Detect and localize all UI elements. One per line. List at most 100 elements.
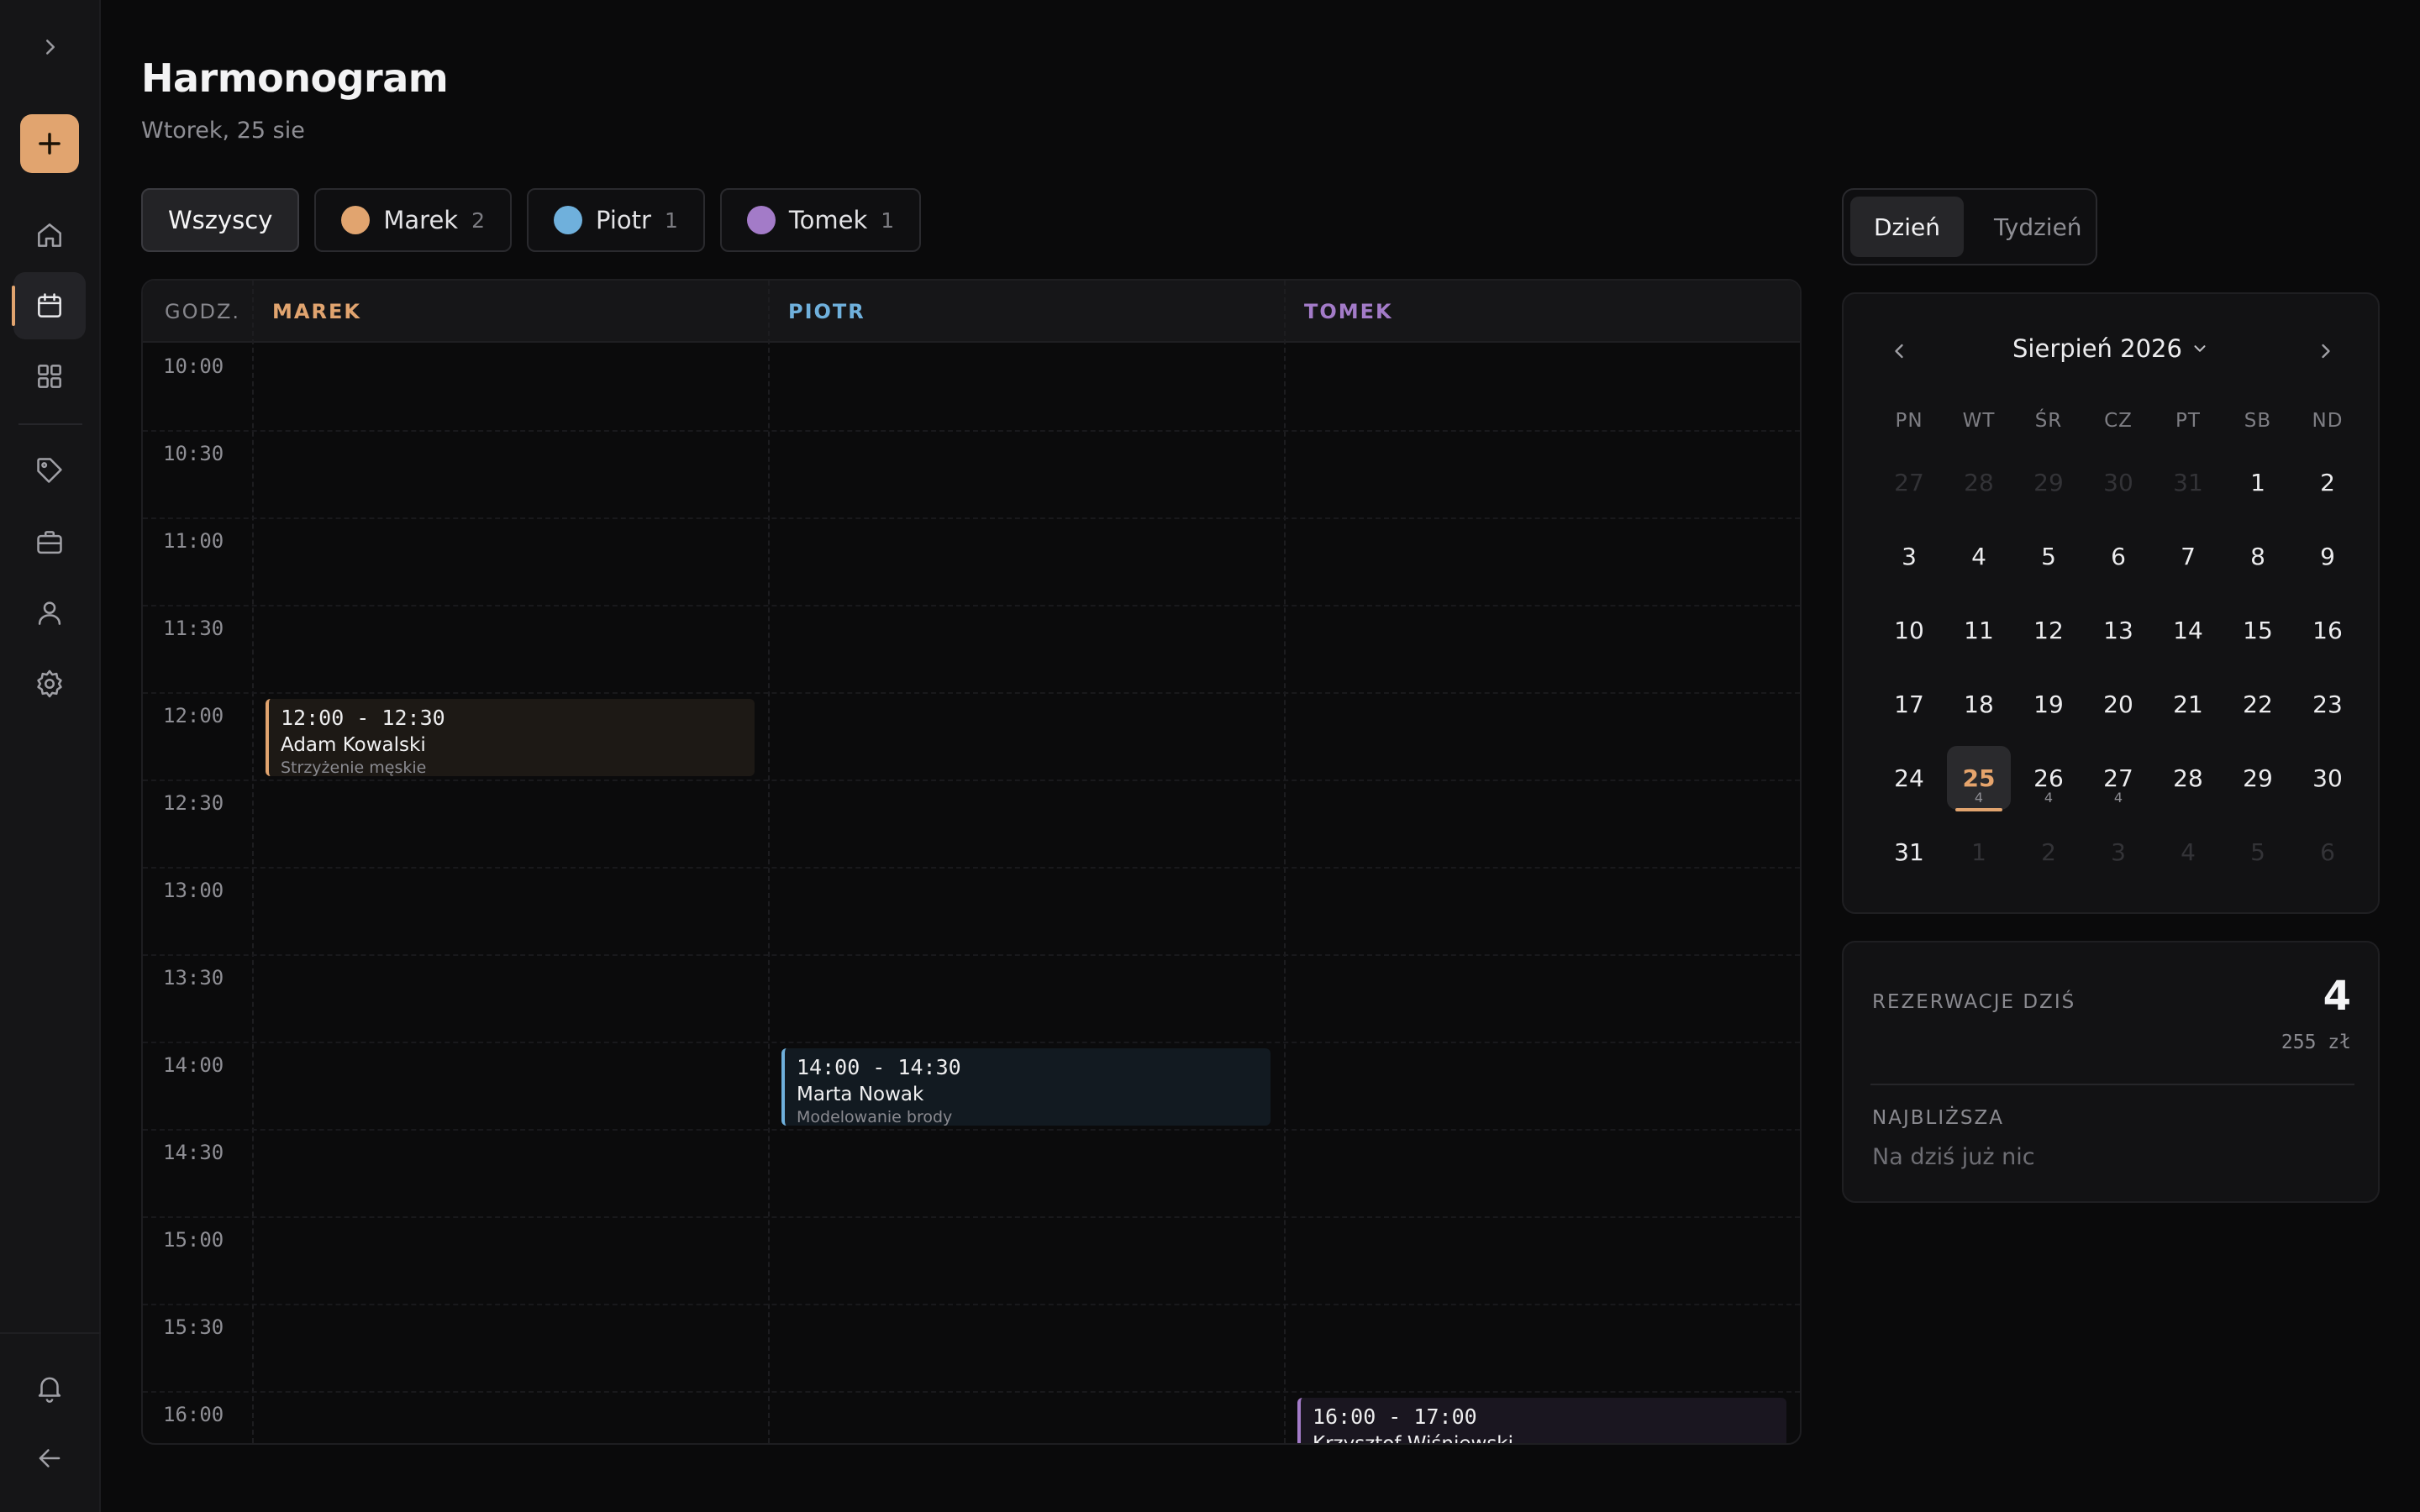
calendar-day[interactable]: 13 (2086, 598, 2150, 662)
calendar-day[interactable]: 3 (1877, 524, 1941, 588)
filter-chip-all[interactable]: Wszyscy (141, 188, 300, 252)
calendar-day-booking-count: 4 (2044, 790, 2054, 806)
calendar-day[interactable]: 11 (1947, 598, 2011, 662)
calendar-day[interactable]: 15 (2226, 598, 2290, 662)
sidebar-item-dashboard[interactable] (13, 343, 86, 410)
sidebar-item-clients[interactable] (13, 580, 86, 647)
next-month-button[interactable] (2309, 334, 2343, 368)
calendar-day[interactable]: 23 (2296, 672, 2360, 736)
calendar-day[interactable]: 5 (2017, 524, 2081, 588)
calendar-day[interactable]: 19 (2017, 672, 2081, 736)
calendar-day[interactable]: 2 (2017, 820, 2081, 884)
calendar-day-number: 25 (1962, 764, 1996, 792)
calendar-day[interactable]: 4 (2156, 820, 2220, 884)
sidebar-item-services[interactable] (13, 437, 86, 504)
calendar-day-number: 13 (2103, 616, 2133, 644)
calendar-day[interactable]: 3 (2086, 820, 2150, 884)
sidebar-item-business[interactable] (13, 509, 86, 576)
column-header-piotr: PIOTR (788, 300, 865, 323)
weekday-label: ND (2312, 410, 2344, 432)
calendar-day-number: 16 (2312, 616, 2343, 644)
time-slot-label: 12:30 (163, 791, 224, 815)
calendar-day-number: 4 (2181, 837, 2196, 866)
sidebar-item-home[interactable] (13, 202, 86, 269)
calendar-day[interactable]: 16 (2296, 598, 2360, 662)
sidebar-item-settings[interactable] (13, 650, 86, 717)
filter-chip-label: Wszyscy (168, 206, 273, 234)
calendar-day-number: 5 (2041, 542, 2056, 570)
calendar-day[interactable]: 6 (2086, 524, 2150, 588)
time-slot-label: 15:00 (163, 1228, 224, 1252)
calendar-day-number: 31 (2173, 468, 2203, 496)
reservations-today-amount: 255 zł (2281, 1032, 2351, 1053)
month-label: Sierpień 2026 (2012, 334, 2182, 363)
calendar-day[interactable]: 17 (1877, 672, 1941, 736)
calendar-day[interactable]: 14 (2156, 598, 2220, 662)
appointment-card[interactable]: 12:00 - 12:30 Adam Kowalski Strzyżenie męs… (266, 699, 755, 776)
expand-sidebar-button[interactable] (30, 29, 71, 66)
calendar-day[interactable]: 28 (2156, 746, 2220, 810)
next-appointment-value: Na dziś już nic (1872, 1144, 2035, 1170)
calendar-day[interactable]: 26 4 (2017, 746, 2081, 810)
calendar-day-number: 24 (1894, 764, 1924, 792)
calendar-day[interactable]: 30 (2296, 746, 2360, 810)
calendar-day-number: 30 (2103, 468, 2133, 496)
filter-chip-marek[interactable]: Marek 2 (314, 188, 513, 252)
weekday-label: ŚR (2034, 410, 2063, 432)
view-week-button[interactable]: Tydzień (1970, 197, 2106, 257)
calendar-day-number: 7 (2181, 542, 2196, 570)
add-appointment-button[interactable] (20, 114, 79, 173)
calendar-day[interactable]: 31 (2156, 450, 2220, 514)
sidebar-item-calendar[interactable] (12, 272, 86, 339)
calendar-day-number: 9 (2320, 542, 2335, 570)
reservations-today-label: REZERWACJE DZIŚ (1872, 991, 2076, 1013)
calendar-day[interactable]: 29 (2226, 746, 2290, 810)
mini-calendar: Sierpień 2026 PN WT ŚR CZ PT SB ND 27 28 29 30 31 1… (1842, 292, 2380, 914)
view-day-button[interactable]: Dzień (1850, 197, 1965, 257)
filter-chip-tomek[interactable]: Tomek 1 (719, 188, 922, 252)
calendar-day-number: 4 (1971, 542, 1986, 570)
calendar-day-number: 30 (2312, 764, 2343, 792)
notifications-button[interactable] (13, 1354, 86, 1421)
user-icon (38, 601, 61, 625)
calendar-day[interactable]: 22 (2226, 672, 2290, 736)
calendar-day[interactable]: 2 (2296, 450, 2360, 514)
calendar-day[interactable]: 12 (2017, 598, 2081, 662)
calendar-day[interactable]: 1 (1947, 820, 2011, 884)
gear-icon (37, 669, 62, 698)
time-row-divider (143, 1216, 1800, 1218)
calendar-day[interactable]: 30 (2086, 450, 2150, 514)
calendar-day[interactable]: 20 (2086, 672, 2150, 736)
appointment-time: 12:00 - 12:30 (281, 706, 445, 730)
calendar-day-number: 22 (2243, 690, 2273, 718)
calendar-day[interactable]: 5 (2226, 820, 2290, 884)
calendar-day[interactable]: 21 (2156, 672, 2220, 736)
calendar-day-today[interactable]: 25 4 (1947, 746, 2011, 811)
calendar-day[interactable]: 9 (2296, 524, 2360, 588)
briefcase-icon (37, 531, 62, 554)
appointment-card[interactable]: 14:00 - 14:30 Marta Nowak Modelowanie brod… (781, 1048, 1270, 1126)
calendar-day[interactable]: 8 (2226, 524, 2290, 588)
column-divider (1800, 281, 1802, 1443)
column-header-tomek: TOMEK (1304, 300, 1393, 323)
calendar-day[interactable]: 18 (1947, 672, 2011, 736)
month-selector[interactable]: Sierpień 2026 (1844, 334, 2378, 363)
calendar-day[interactable]: 6 (2296, 820, 2360, 884)
calendar-day[interactable]: 10 (1877, 598, 1941, 662)
calendar-day[interactable]: 28 (1947, 450, 2011, 514)
calendar-day[interactable]: 4 (1947, 524, 2011, 588)
calendar-day[interactable]: 27 4 (2086, 746, 2150, 810)
calendar-day-number: 20 (2103, 690, 2133, 718)
calendar-day[interactable]: 7 (2156, 524, 2220, 588)
back-button[interactable] (13, 1425, 86, 1492)
calendar-day[interactable]: 27 (1877, 450, 1941, 514)
calendar-day[interactable]: 24 (1877, 746, 1941, 810)
calendar-day[interactable]: 1 (2226, 450, 2290, 514)
calendar-day[interactable]: 31 (1877, 820, 1941, 884)
appointment-card[interactable]: 16:00 - 17:00 Krzysztof Wiśniewski (1297, 1398, 1786, 1443)
daily-stats-card: REZERWACJE DZIŚ 4 255 zł NAJBLIŻSZA Na d… (1842, 941, 2380, 1203)
filter-chip-piotr[interactable]: Piotr 1 (527, 188, 705, 252)
time-column-header: GODZ. (165, 300, 241, 323)
calendar-day[interactable]: 29 (2017, 450, 2081, 514)
calendar-day-number: 10 (1894, 616, 1924, 644)
